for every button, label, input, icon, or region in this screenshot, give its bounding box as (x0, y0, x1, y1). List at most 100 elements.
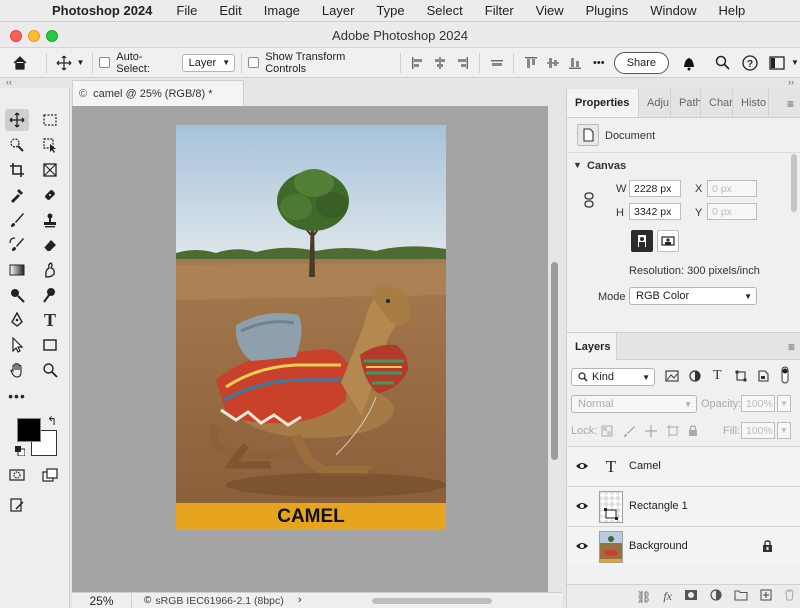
eyedropper-tool-icon[interactable] (5, 184, 29, 206)
workspace-icon[interactable] (764, 55, 790, 70)
horizontal-scrollbar-thumb[interactable] (372, 598, 492, 604)
type-tool-icon[interactable]: T (38, 309, 62, 331)
properties-scrollbar-thumb[interactable] (791, 154, 797, 212)
y-field[interactable]: 0 px (707, 203, 757, 220)
eye-icon[interactable] (575, 500, 591, 514)
align-center-icon[interactable] (429, 56, 451, 70)
new-adjustment-layer-icon[interactable] (710, 589, 722, 604)
canvas-area[interactable]: CAMEL (72, 106, 548, 592)
link-icon[interactable] (583, 192, 595, 211)
frame-tool-icon[interactable] (38, 159, 62, 181)
more-options-icon[interactable]: ••• (586, 57, 612, 69)
eraser-tool-icon[interactable] (38, 234, 62, 256)
layer-name[interactable]: Background (629, 540, 688, 552)
help-icon[interactable]: ? (736, 54, 764, 71)
lock-all-icon[interactable] (687, 425, 699, 440)
lock-artboard-icon[interactable] (667, 425, 679, 440)
layers-menu-icon[interactable]: ≡ (788, 340, 795, 354)
home-icon[interactable] (0, 55, 40, 71)
layer-row-background[interactable]: Background (567, 526, 800, 566)
scrollbar-thumb[interactable] (551, 262, 558, 460)
link-layers-icon[interactable]: ⛓ (636, 590, 651, 604)
status-more-icon[interactable]: › (298, 594, 302, 606)
menu-image[interactable]: Image (264, 3, 300, 18)
menu-help[interactable]: Help (719, 3, 746, 18)
menu-filter[interactable]: Filter (485, 3, 514, 18)
quick-mask-icon[interactable] (5, 464, 29, 486)
tab-character[interactable]: Char (701, 89, 733, 117)
align-right-icon[interactable] (451, 56, 473, 70)
blend-mode-dropdown[interactable]: Normal ▼ (571, 395, 697, 413)
chevron-down-icon[interactable]: ▼ (777, 422, 791, 439)
chevron-down-icon[interactable]: ▼ (573, 160, 582, 170)
path-selection-tool-icon[interactable] (5, 334, 29, 356)
crop-tool-icon[interactable] (5, 159, 29, 181)
zoom-level[interactable]: 25% (72, 593, 132, 608)
tab-properties[interactable]: Properties (567, 89, 639, 117)
swap-colors-icon[interactable]: ↰ (47, 414, 57, 428)
layer-row-camel[interactable]: T Camel (567, 446, 800, 486)
marquee-tool-icon[interactable] (38, 109, 62, 131)
vertical-scrollbar[interactable] (548, 106, 562, 592)
fill-field[interactable]: 100% (741, 422, 775, 439)
search-icon[interactable] (709, 55, 737, 70)
width-field[interactable]: 2228 px (629, 180, 681, 197)
burn-tool-icon[interactable] (38, 284, 62, 306)
chevron-down-icon[interactable]: ▼ (790, 58, 800, 67)
filter-adjustment-icon[interactable] (689, 370, 701, 385)
menu-select[interactable]: Select (427, 3, 463, 18)
object-selection-tool-icon[interactable] (38, 134, 62, 156)
chevron-down-icon[interactable]: ▼ (74, 58, 86, 67)
collapse-left-icon[interactable]: ‹‹ (6, 77, 12, 87)
tab-paths[interactable]: Path (671, 89, 701, 117)
more-tools-icon[interactable]: ••• (5, 385, 29, 407)
rectangle-tool-icon[interactable] (38, 334, 62, 356)
layer-name[interactable]: Rectangle 1 (629, 500, 688, 512)
lock-transparency-icon[interactable] (601, 425, 613, 440)
align-left-icon[interactable] (407, 56, 429, 70)
quick-selection-tool-icon[interactable] (5, 134, 29, 156)
add-mask-icon[interactable] (684, 589, 698, 604)
pen-tool-icon[interactable] (5, 309, 29, 331)
menu-view[interactable]: View (536, 3, 564, 18)
new-group-icon[interactable] (734, 589, 748, 604)
x-field[interactable]: 0 px (707, 180, 757, 197)
distribute-icon[interactable] (486, 56, 508, 70)
layer-style-icon[interactable]: fx (663, 589, 672, 604)
menu-file[interactable]: File (176, 3, 197, 18)
edit-toolbar-icon[interactable] (5, 494, 29, 516)
align-bottom-icon[interactable] (564, 56, 586, 70)
collapse-right-icon[interactable]: ›› (788, 77, 794, 87)
lock-pixels-icon[interactable] (623, 425, 635, 440)
filter-shape-icon[interactable] (735, 370, 747, 385)
auto-select-checkbox[interactable] (99, 57, 111, 68)
dodge-tool-icon[interactable] (5, 284, 29, 306)
portrait-orientation-icon[interactable] (631, 230, 653, 252)
move-tool-preset-icon[interactable] (53, 55, 75, 71)
filter-toggle-icon[interactable] (779, 366, 791, 387)
lock-position-icon[interactable] (645, 425, 657, 440)
document-canvas[interactable]: CAMEL (176, 125, 446, 530)
chevron-down-icon[interactable]: ▼ (777, 395, 791, 412)
menu-window[interactable]: Window (650, 3, 696, 18)
default-colors-icon[interactable] (15, 446, 26, 457)
layer-name[interactable]: Camel (629, 460, 661, 472)
height-field[interactable]: 3342 px (629, 203, 681, 220)
brush-tool-icon[interactable] (5, 209, 29, 231)
menu-edit[interactable]: Edit (219, 3, 241, 18)
hand-tool-icon[interactable] (5, 359, 29, 381)
gradient-tool-icon[interactable] (5, 259, 29, 281)
history-brush-tool-icon[interactable] (5, 234, 29, 256)
filter-smart-object-icon[interactable] (757, 370, 769, 385)
healing-brush-tool-icon[interactable] (38, 184, 62, 206)
screen-mode-icon[interactable] (38, 464, 62, 486)
opacity-field[interactable]: 100% (741, 395, 775, 412)
menu-plugins[interactable]: Plugins (586, 3, 629, 18)
share-button[interactable]: Share (613, 51, 670, 74)
move-tool-icon[interactable] (5, 109, 29, 131)
tab-adjustments[interactable]: Adju (639, 89, 671, 117)
document-tab[interactable]: © camel @ 25% (RGB/8) * (72, 80, 244, 106)
tab-layers[interactable]: Layers (567, 333, 617, 360)
align-middle-icon[interactable] (542, 56, 564, 70)
notifications-icon[interactable] (669, 55, 709, 71)
